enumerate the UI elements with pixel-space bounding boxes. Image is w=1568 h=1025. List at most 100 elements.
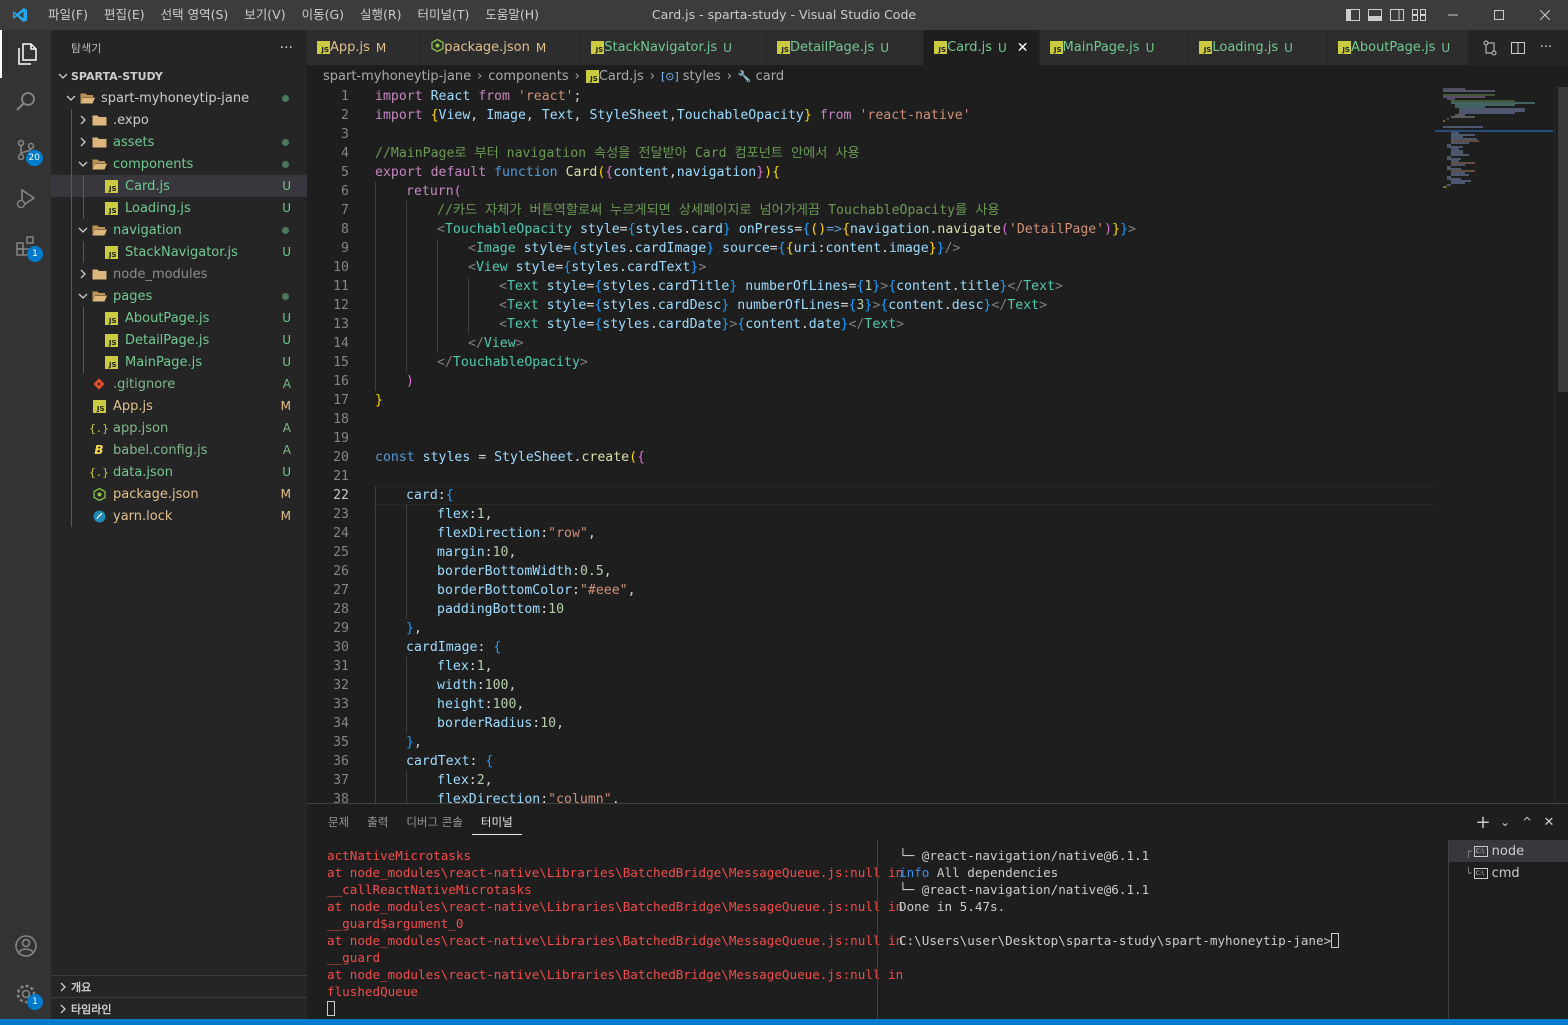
- menu-item[interactable]: 도움말(H): [477, 0, 547, 30]
- editor-tab[interactable]: JS DetailPage.js U: [766, 30, 925, 65]
- code-line[interactable]: 28 paddingBottom:10: [307, 600, 1435, 619]
- toggle-primary-sidebar-icon[interactable]: [1342, 0, 1364, 30]
- code-line[interactable]: 32 width:100,: [307, 676, 1435, 695]
- new-terminal-icon[interactable]: +: [1472, 812, 1494, 833]
- close-window-icon[interactable]: [1522, 0, 1568, 30]
- tree-item[interactable]: JS AboutPage.js U: [51, 307, 307, 329]
- code-line[interactable]: 37 flex:2,: [307, 771, 1435, 790]
- code-line[interactable]: 26 borderBottomWidth:0.5,: [307, 562, 1435, 581]
- editor-tab[interactable]: package.json M: [421, 30, 582, 65]
- menu-item[interactable]: 파일(F): [40, 0, 96, 30]
- menu-item[interactable]: 실행(R): [352, 0, 409, 30]
- code-line[interactable]: 24 flexDirection:"row",: [307, 524, 1435, 543]
- tree-item[interactable]: JS DetailPage.js U: [51, 329, 307, 351]
- customize-layout-icon[interactable]: [1408, 0, 1430, 30]
- code-line[interactable]: 19: [307, 429, 1435, 448]
- minimap[interactable]: [1435, 87, 1553, 803]
- tree-item[interactable]: spart-myhoneytip-jane: [51, 87, 307, 109]
- code-line[interactable]: 27 borderBottomColor:"#eee",: [307, 581, 1435, 600]
- terminal-instance[interactable]: ┌ C:\ node: [1449, 840, 1568, 862]
- code-line[interactable]: 9 <Image style={styles.cardImage} source=…: [307, 239, 1435, 258]
- breadcrumb-item[interactable]: styles: [683, 69, 721, 84]
- code-line[interactable]: 31 flex:1,: [307, 657, 1435, 676]
- toggle-secondary-sidebar-icon[interactable]: [1386, 0, 1408, 30]
- breadcrumb-item[interactable]: Card.js: [599, 69, 644, 84]
- code-line[interactable]: 6 return(: [307, 182, 1435, 201]
- menu-item[interactable]: 이동(G): [294, 0, 352, 30]
- code-line[interactable]: 35},: [307, 733, 1435, 752]
- code-line[interactable]: 8 <TouchableOpacity style={styles.card} o…: [307, 220, 1435, 239]
- code-line[interactable]: 30 cardImage: {: [307, 638, 1435, 657]
- tree-item[interactable]: JS Loading.js U: [51, 197, 307, 219]
- code-line[interactable]: 5 export default function Card({content,n…: [307, 163, 1435, 182]
- code-line[interactable]: 33 height:100,: [307, 695, 1435, 714]
- breadcrumb-item[interactable]: spart-myhoneytip-jane: [323, 69, 471, 84]
- panel-tab[interactable]: 문제: [319, 804, 358, 840]
- code-line[interactable]: 11 <Text style={styles.cardTitle} numberO…: [307, 277, 1435, 296]
- tree-item[interactable]: .expo: [51, 109, 307, 131]
- terminal-dropdown-icon[interactable]: ⌄: [1494, 815, 1516, 829]
- code-line[interactable]: 25 margin:10,: [307, 543, 1435, 562]
- more-actions-icon[interactable]: ···: [1532, 40, 1560, 55]
- code-line[interactable]: 2 import {View, Image, Text, StyleSheet,T…: [307, 106, 1435, 125]
- code-line[interactable]: 36 cardText: {: [307, 752, 1435, 771]
- tree-item[interactable]: {.} app.json A: [51, 417, 307, 439]
- extensions-icon[interactable]: 1: [0, 222, 51, 270]
- code-line[interactable]: 34 borderRadius:10,: [307, 714, 1435, 733]
- editor-scrollbar[interactable]: [1554, 87, 1568, 803]
- search-icon[interactable]: [0, 78, 51, 126]
- code-line[interactable]: 18: [307, 410, 1435, 429]
- code-line[interactable]: 14 </View>: [307, 334, 1435, 353]
- panel-tab[interactable]: 디버그 콘솔: [397, 804, 472, 840]
- terminal-output-cmd[interactable]: └─ @react-navigation/native@6.1.1 info Al…: [899, 847, 1439, 949]
- editor-tab[interactable]: JS Card.js U ✕: [924, 30, 1040, 65]
- tree-item[interactable]: assets: [51, 131, 307, 153]
- more-actions-icon[interactable]: ···: [280, 40, 293, 56]
- tree-item[interactable]: JS StackNavigator.js U: [51, 241, 307, 263]
- close-panel-icon[interactable]: ✕: [1538, 815, 1560, 830]
- code-line[interactable]: 21: [307, 467, 1435, 486]
- terminal-output-node[interactable]: actNativeMicrotasks at node_modules\react…: [327, 847, 903, 1017]
- code-line[interactable]: 1 import React from 'react';: [307, 87, 1435, 106]
- editor-tab[interactable]: JS StackNavigator.js U: [581, 30, 767, 65]
- terminal-instance[interactable]: └ C:\ cmd: [1449, 862, 1568, 884]
- tree-item[interactable]: node_modules: [51, 263, 307, 285]
- code-line[interactable]: 12 <Text style={styles.cardDesc} numberOf…: [307, 296, 1435, 315]
- tree-item[interactable]: JS MainPage.js U: [51, 351, 307, 373]
- menu-item[interactable]: 편집(E): [96, 0, 153, 30]
- menu-item[interactable]: 보기(V): [236, 0, 293, 30]
- editor-tab[interactable]: JS MainPage.js U: [1039, 30, 1190, 65]
- workspace-root[interactable]: SPARTA-STUDY: [51, 65, 307, 87]
- tree-item[interactable]: navigation: [51, 219, 307, 241]
- editor-tab[interactable]: JS Loading.js U: [1189, 30, 1328, 65]
- toggle-panel-icon[interactable]: [1364, 0, 1386, 30]
- minimize-icon[interactable]: [1430, 0, 1476, 30]
- breadcrumb-item[interactable]: card: [756, 69, 784, 84]
- tree-item[interactable]: JS Card.js U: [51, 175, 307, 197]
- close-tab-icon[interactable]: ✕: [1017, 40, 1029, 56]
- code-line[interactable]: 17}: [307, 391, 1435, 410]
- run-debug-icon[interactable]: [0, 174, 51, 222]
- tree-item[interactable]: components: [51, 153, 307, 175]
- code-line[interactable]: 16): [307, 372, 1435, 391]
- maximize-icon[interactable]: [1476, 0, 1522, 30]
- editor-tab[interactable]: JS App.js M: [307, 30, 422, 65]
- outline-section[interactable]: 개요: [51, 975, 307, 997]
- settings-gear-icon[interactable]: 1: [0, 970, 51, 1018]
- tree-item[interactable]: yarn.lock M: [51, 505, 307, 527]
- tree-item[interactable]: .gitignore A: [51, 373, 307, 395]
- split-editor-icon[interactable]: [1504, 40, 1532, 56]
- tree-item[interactable]: Bbabel.config.js A: [51, 439, 307, 461]
- code-line[interactable]: 7 //카드 자체가 버튼역할로써 누르게되면 상세페이지로 넘어가게끔 Touc…: [307, 201, 1435, 220]
- tree-item[interactable]: pages: [51, 285, 307, 307]
- code-line[interactable]: 13 <Text style={styles.cardDate}>{content…: [307, 315, 1435, 334]
- code-line[interactable]: 3: [307, 125, 1435, 144]
- code-line[interactable]: 4 //MainPage로 부터 navigation 속성을 전달받아 Card…: [307, 144, 1435, 163]
- panel-tab[interactable]: 출력: [358, 804, 397, 840]
- tree-item[interactable]: package.json M: [51, 483, 307, 505]
- menu-item[interactable]: 터미널(T): [410, 0, 478, 30]
- code-editor[interactable]: 1 import React from 'react'; 2 import {View…: [307, 87, 1568, 803]
- code-line[interactable]: 20 const styles = StyleSheet.create({: [307, 448, 1435, 467]
- source-control-icon[interactable]: 20: [0, 126, 51, 174]
- breadcrumb-item[interactable]: components: [488, 69, 568, 84]
